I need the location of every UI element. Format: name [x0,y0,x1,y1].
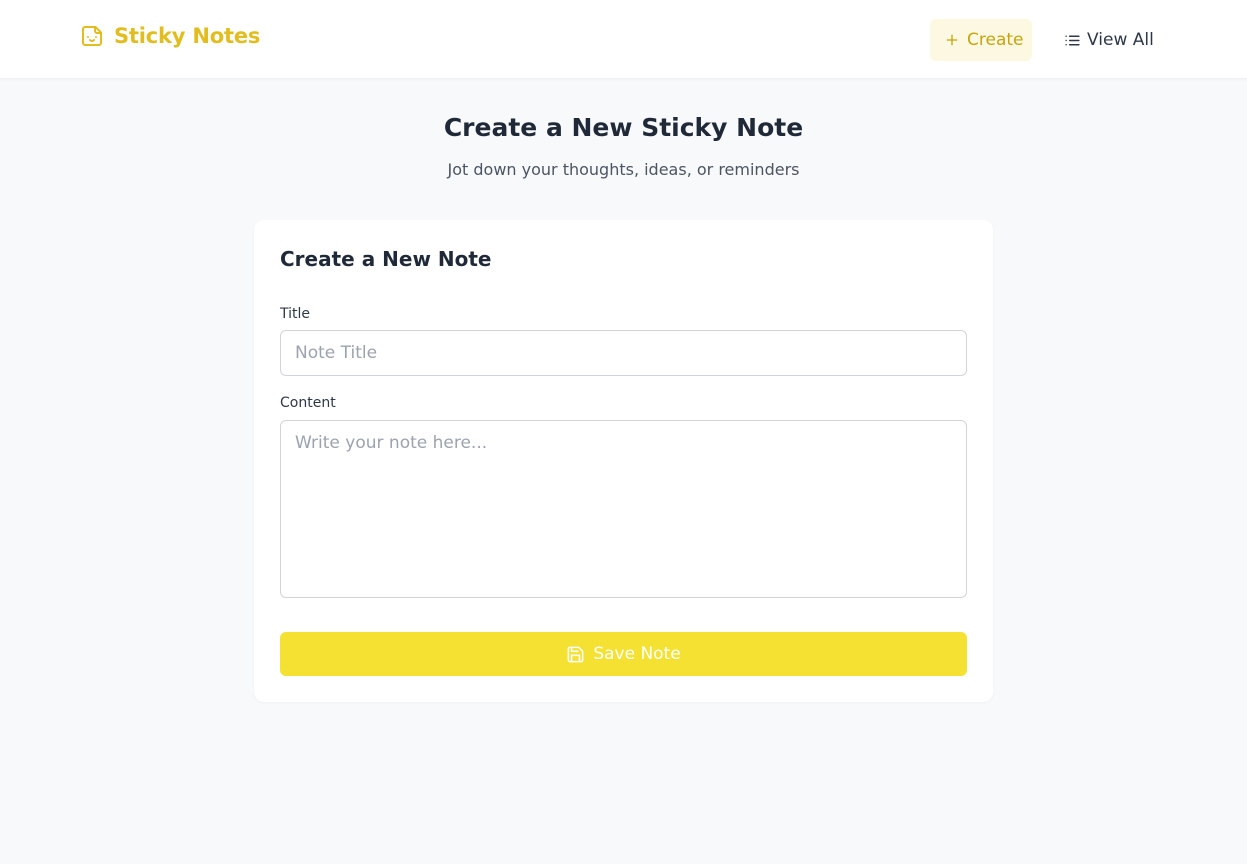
save-note-label: Save Note [593,644,681,664]
note-form-card: Create a New Note Title Content Save Not… [254,220,993,702]
brand-title: Sticky Notes [114,24,261,48]
plus-icon [946,34,958,46]
nav-create-label: Create [967,30,1024,50]
list-icon [1065,35,1080,45]
top-navbar: Sticky Notes Create View All [0,0,1247,79]
nav-view-all[interactable]: View All [1052,19,1168,61]
nav-view-all-label: View All [1087,30,1154,50]
title-input[interactable] [280,330,967,376]
form-heading: Create a New Note [280,247,492,271]
content-label: Content [280,395,336,411]
nav-create[interactable]: Create [930,19,1032,61]
sticky-note-smile-icon [82,26,102,46]
brand-link[interactable]: Sticky Notes [80,24,260,48]
save-icon [567,646,584,662]
title-label: Title [280,306,311,322]
page-title: Create a New Sticky Note [443,113,804,142]
content-textarea[interactable] [280,420,967,598]
page-subtitle: Jot down your thoughts, ideas, or remind… [447,160,800,179]
save-note-button[interactable]: Save Note [280,632,967,676]
